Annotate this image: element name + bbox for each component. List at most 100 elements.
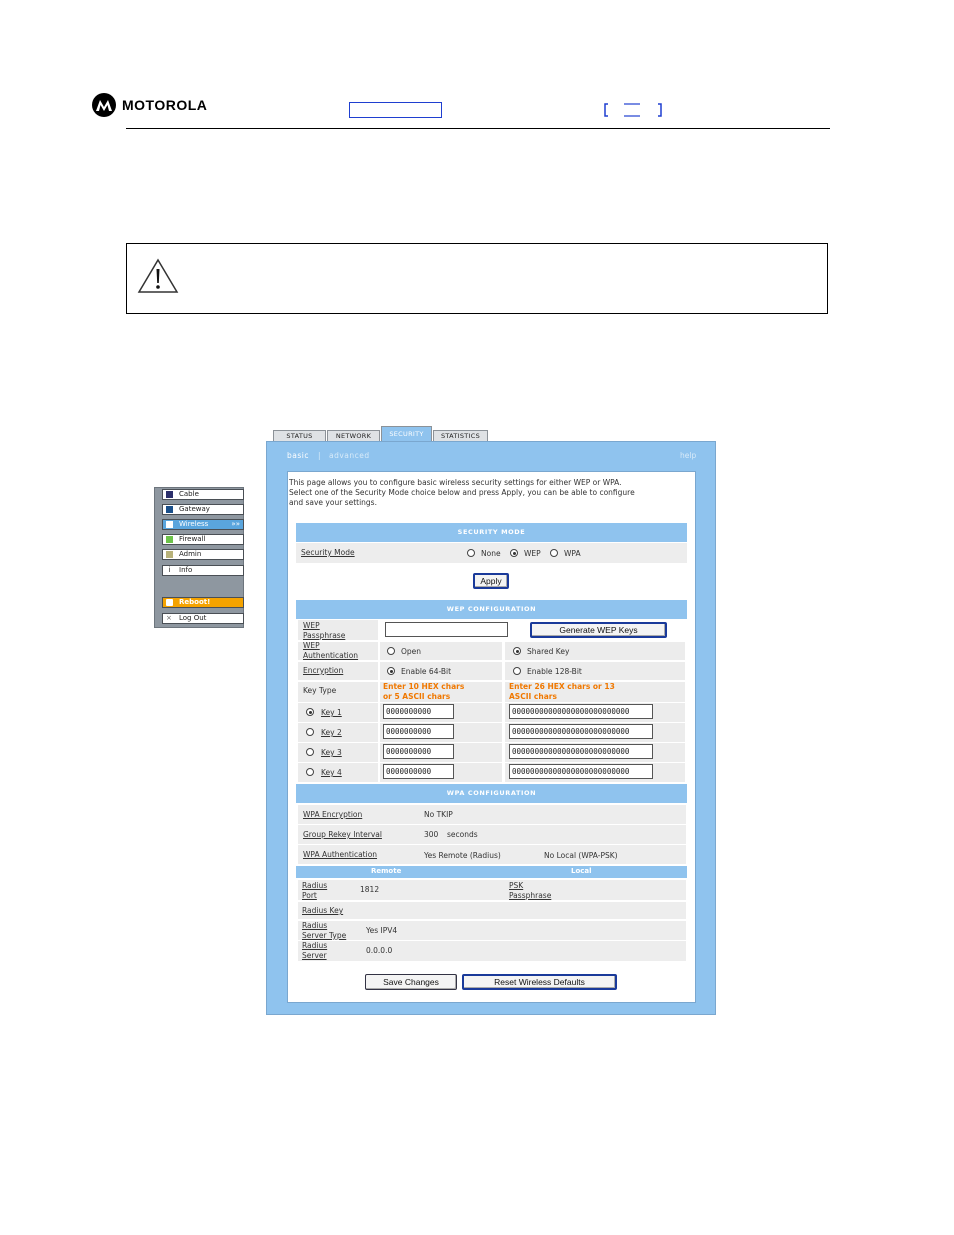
encryption-label: Encryption: [303, 666, 344, 675]
menu-item-cable[interactable]: Cable: [162, 489, 244, 500]
key-1-64-input[interactable]: 0000000000: [383, 704, 454, 719]
key-4-radio[interactable]: [306, 768, 314, 776]
square-icon: [166, 506, 173, 513]
cell-bg: [380, 642, 502, 660]
header-divider: [126, 128, 830, 129]
rekey-interval-label: Group Rekey Interval: [303, 830, 382, 839]
mode-wep-label: WEP: [524, 549, 541, 558]
key-type-label: Key Type: [303, 686, 337, 695]
wep-config-heading: WEP CONFIGURATION: [296, 600, 687, 619]
reboot-button[interactable]: Reboot!: [162, 597, 244, 608]
double-chevron-right-icon: »»: [231, 520, 240, 528]
radius-server-value[interactable]: 0.0.0.0: [366, 946, 392, 956]
auth-open-radio[interactable]: [387, 647, 395, 655]
radius-key-row: [298, 902, 686, 919]
wpa-auth-remote-option[interactable]: Yes Remote (Radius): [424, 851, 501, 861]
menu-item-wireless[interactable]: Wireless »»: [162, 519, 244, 530]
mode-none-label: None: [481, 549, 501, 558]
rekey-interval-unit: seconds: [447, 830, 478, 839]
tab-security[interactable]: SECURITY: [381, 426, 432, 442]
security-mode-heading: SECURITY MODE: [296, 523, 687, 542]
enc-64-radio[interactable]: [387, 667, 395, 675]
menu-item-info[interactable]: i Info: [162, 565, 244, 576]
square-icon: [166, 521, 173, 528]
wpa-encryption-label: WPA Encryption: [303, 810, 363, 819]
menu-item-firewall[interactable]: Firewall: [162, 534, 244, 545]
motorola-logo: MOTOROLA: [92, 92, 207, 118]
hint-64-bit: Enter 10 HEX chars or 5 ASCII chars: [383, 682, 465, 701]
menu-item-gateway[interactable]: Gateway: [162, 504, 244, 515]
menu-item-label: Cable: [179, 490, 199, 498]
caution-box: [126, 243, 828, 314]
apply-button[interactable]: Apply: [473, 573, 509, 589]
key-4-64-input[interactable]: 0000000000: [383, 764, 454, 779]
radius-server-label: Radius Server: [302, 941, 328, 960]
wep-authentication-label: WEP Authentication: [303, 641, 359, 660]
psk-passphrase-label: PSK Passphrase: [509, 881, 552, 900]
side-menu-items: Cable Gateway Wireless »» Firewall Admin…: [158, 489, 244, 624]
server-type-row: [298, 921, 686, 940]
mode-wep-radio[interactable]: [510, 549, 518, 557]
key-3-radio[interactable]: [306, 748, 314, 756]
help-link[interactable]: help: [680, 451, 696, 460]
generate-wep-keys-button[interactable]: Generate WEP Keys: [530, 622, 667, 638]
reset-wireless-defaults-button[interactable]: Reset Wireless Defaults: [462, 974, 617, 990]
menu-item-label: Info: [179, 566, 193, 574]
enc-128-label: Enable 128-Bit: [527, 667, 582, 676]
save-changes-button[interactable]: Save Changes: [365, 974, 457, 990]
page-nav-brackets-icon[interactable]: [604, 101, 662, 119]
radius-server-type-value[interactable]: Yes IPV4: [366, 926, 397, 936]
key-4-128-input[interactable]: 00000000000000000000000000: [509, 764, 653, 779]
subnav-basic[interactable]: basic: [287, 451, 309, 460]
intro-text: and save your settings.: [289, 498, 377, 507]
radius-server-row: [298, 941, 686, 961]
menu-item-label: Admin: [179, 550, 202, 558]
menu-item-label: Firewall: [179, 535, 206, 543]
menu-item-label: Wireless: [179, 520, 209, 528]
rekey-interval-value[interactable]: 300: [424, 830, 438, 840]
reboot-icon: [166, 599, 173, 606]
key-2-radio[interactable]: [306, 728, 314, 736]
radius-server-type-label: Radius Server Type: [302, 921, 347, 940]
key-2-64-input[interactable]: 0000000000: [383, 724, 454, 739]
key-1-label: Key 1: [321, 708, 342, 717]
subnav-advanced[interactable]: advanced: [329, 451, 370, 460]
key-3-128-input[interactable]: 00000000000000000000000000: [509, 744, 653, 759]
motorola-batwing-logo-icon: [92, 93, 116, 117]
key-1-128-input[interactable]: 00000000000000000000000000: [509, 704, 653, 719]
mode-wpa-radio[interactable]: [550, 549, 558, 557]
wpa-authentication-label: WPA Authentication: [303, 850, 378, 859]
subnav-separator: |: [318, 451, 321, 460]
auth-shared-key-radio[interactable]: [513, 647, 521, 655]
reboot-label: Reboot!: [179, 598, 211, 606]
square-icon: [166, 536, 173, 543]
wep-passphrase-label: WEP Passphrase: [303, 621, 346, 640]
key-3-64-input[interactable]: 0000000000: [383, 744, 454, 759]
warning-triangle-icon: [137, 258, 179, 293]
key-1-radio[interactable]: [306, 708, 314, 716]
hint-128-bit: Enter 26 HEX chars or 13 ASCII chars: [509, 682, 615, 701]
local-heading: Local: [571, 867, 592, 875]
radius-port-value[interactable]: 1812: [360, 885, 379, 895]
mode-wpa-label: WPA: [564, 549, 581, 558]
auth-open-label: Open: [401, 647, 422, 656]
wpa-config-heading: WPA CONFIGURATION: [296, 784, 687, 803]
remote-local-heading: [296, 866, 687, 878]
security-mode-label: Security Mode: [301, 548, 355, 557]
close-icon: ×: [166, 614, 172, 622]
enc-128-radio[interactable]: [513, 667, 521, 675]
contents-link-box[interactable]: [349, 102, 442, 118]
menu-item-label: Gateway: [179, 505, 210, 513]
radius-key-label: Radius Key: [302, 906, 344, 915]
square-icon: [166, 491, 173, 498]
key-2-128-input[interactable]: 00000000000000000000000000: [509, 724, 653, 739]
mode-none-radio[interactable]: [467, 549, 475, 557]
logout-button[interactable]: × Log Out: [162, 613, 244, 624]
wep-passphrase-input[interactable]: [385, 622, 508, 637]
auth-shared-key-label: Shared Key: [527, 647, 570, 656]
brand-name: MOTOROLA: [122, 97, 208, 113]
menu-item-admin[interactable]: Admin: [162, 549, 244, 560]
wpa-encryption-value[interactable]: No TKIP: [424, 810, 453, 820]
key-2-label: Key 2: [321, 728, 342, 737]
wpa-auth-local-option[interactable]: No Local (WPA-PSK): [544, 851, 618, 861]
